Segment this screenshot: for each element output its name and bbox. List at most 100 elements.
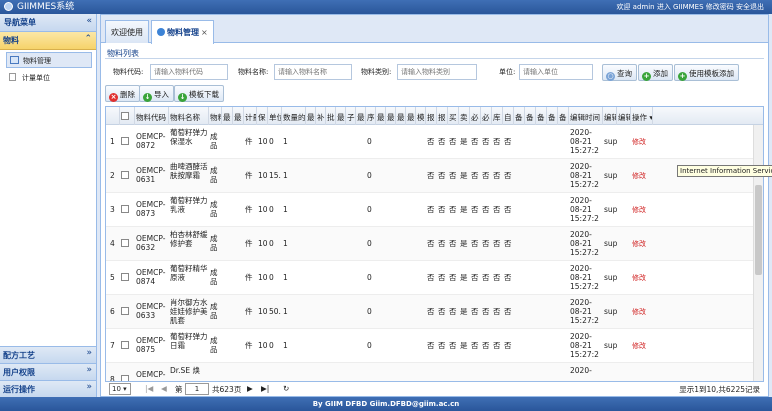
code-input[interactable] [150,64,228,80]
row-checkbox-cell[interactable] [120,329,135,363]
column-header[interactable]: 备 [514,107,525,125]
column-header[interactable]: 物料代码 [135,107,169,125]
vertical-scrollbar[interactable] [753,125,763,381]
page-number-input[interactable]: 1 [185,383,209,395]
column-header[interactable]: 编辑时间 [569,107,603,125]
column-header[interactable]: 单位 [268,107,282,125]
column-header[interactable]: 保 [257,107,268,125]
template-add-button[interactable]: + 使用模板添加 [674,64,739,81]
column-header[interactable]: 自 [503,107,514,125]
row-checkbox-cell[interactable] [120,159,135,193]
column-header[interactable]: 买 [448,107,459,125]
row-checkbox-cell[interactable] [120,261,135,295]
edit-link[interactable]: 修改 [632,240,646,248]
close-icon[interactable]: × [201,28,208,37]
prev-page-icon[interactable]: ◀ [161,384,167,393]
tab-welcome[interactable]: 欢迎使用 [105,20,149,43]
delete-button[interactable]: × 删除 [105,85,140,102]
column-header[interactable]: 备 [525,107,536,125]
row-checkbox[interactable] [121,307,129,315]
edit-link[interactable]: 修改 [632,138,646,146]
column-header[interactable]: 卖 [459,107,470,125]
row-checkbox-cell[interactable] [120,125,135,159]
table-row[interactable]: 3OEMCP-0873葡萄籽弹力乳液成品件109010否否否是否否否否2020-… [106,193,763,227]
column-header[interactable]: 序 [366,107,376,125]
chevron-up-icon[interactable]: ⌃ [84,34,92,44]
column-header[interactable]: 最 [376,107,386,125]
column-header[interactable]: 报 [437,107,448,125]
column-header[interactable]: 物料 [209,107,222,125]
edit-link[interactable]: 修改 [632,172,646,180]
table-row[interactable]: 7OEMCP-0875葡萄籽弹力日霜成品件109010否否否是否否否否2020-… [106,329,763,363]
template-download-button[interactable]: ↓ 模板下载 [174,85,224,102]
column-header[interactable]: 最 [306,107,316,125]
sidebar-group-material[interactable]: 物料 ⌃ [0,32,96,50]
row-checkbox-cell[interactable] [120,363,135,381]
row-checkbox[interactable] [121,171,129,179]
column-header[interactable]: 计量 [244,107,257,125]
type-input[interactable] [397,64,477,80]
row-checkbox[interactable] [121,273,129,281]
column-header[interactable]: 最 [356,107,366,125]
column-header[interactable]: 最 [222,107,233,125]
row-checkbox[interactable] [121,375,129,381]
column-header[interactable]: 最 [406,107,416,125]
page-size-select[interactable]: 10 ▾ [109,383,131,395]
column-header[interactable]: 最 [386,107,396,125]
table-row[interactable]: 5OEMCP-0874葡萄籽精华原液成品件109010否否否是否否否否2020-… [106,261,763,295]
select-all-checkbox[interactable] [121,112,129,120]
chevron-down-icon[interactable]: » [86,365,92,375]
column-header[interactable]: 模 [416,107,426,125]
column-header[interactable] [120,107,135,125]
row-checkbox-cell[interactable] [120,227,135,261]
row-checkbox[interactable] [121,205,129,213]
sidebar-group-operation[interactable]: 运行操作 » [0,380,96,397]
edit-link[interactable]: 修改 [632,274,646,282]
column-header[interactable]: 编辑 [603,107,617,125]
column-header[interactable]: 报 [426,107,437,125]
sidebar-item-unit[interactable]: 计量单位 [6,70,92,86]
edit-link[interactable]: 修改 [632,308,646,316]
column-header[interactable]: 最 [233,107,244,125]
column-header[interactable]: 编辑 [617,107,631,125]
add-button[interactable]: + 添加 [638,64,673,81]
row-checkbox-cell[interactable] [120,295,135,329]
column-header[interactable]: 最 [396,107,406,125]
table-row[interactable]: 1OEMCP-0872葡萄籽弹力保湿水成品件109010否否否是否否否否2020… [106,125,763,159]
name-input[interactable] [274,64,352,80]
column-header[interactable]: 备 [536,107,547,125]
edit-link[interactable]: 修改 [632,342,646,350]
query-button[interactable]: ○ 查询 [602,64,637,81]
refresh-icon[interactable]: ↻ [283,384,289,393]
row-checkbox-cell[interactable] [120,193,135,227]
tab-material-management[interactable]: 物料管理 × [151,20,214,44]
scrollbar-thumb[interactable] [755,185,762,275]
chevron-down-icon[interactable]: » [86,348,92,358]
row-checkbox[interactable] [121,137,129,145]
column-header[interactable]: 备 [558,107,569,125]
next-page-icon[interactable]: ▶ [247,384,253,393]
column-header[interactable]: 操作 ▾ [631,107,653,125]
column-header[interactable]: 必 [481,107,492,125]
column-header[interactable]: 库 [492,107,503,125]
collapse-sidebar-icon[interactable]: « [86,16,92,26]
column-header[interactable]: 子 [346,107,356,125]
sidebar-group-formula[interactable]: 配方工艺 » [0,346,96,363]
row-checkbox[interactable] [121,239,129,247]
first-page-icon[interactable]: |◀ [145,384,153,393]
chevron-down-icon[interactable]: » [86,382,92,392]
import-button[interactable]: ↓ 导入 [139,85,174,102]
column-header[interactable]: 最 [336,107,346,125]
table-row[interactable]: 2OEMCP-0631曲啤酒酵活肤按摩霜成品件10915.10否否否是否否否否2… [106,159,763,193]
sidebar-group-user-permission[interactable]: 用户权限 » [0,363,96,380]
unit-input[interactable] [519,64,593,80]
column-header[interactable]: 物料名称 [169,107,209,125]
column-header[interactable]: 数量的 [282,107,306,125]
table-row[interactable]: 8 OEMCP- Dr.SE 焕 2020- [106,363,763,381]
table-row[interactable]: 4OEMCP-0632柏杏林舒缓修护套成品件109010否否否是否否否否2020… [106,227,763,261]
user-links[interactable]: 欢迎 admin 进入 GIIMMES 修改密码 安全退出 [616,1,764,13]
column-header[interactable]: 补 [316,107,326,125]
column-header[interactable]: 必 [470,107,481,125]
column-header[interactable]: 批 [326,107,336,125]
sidebar-item-material-management[interactable]: 物料管理 [6,52,92,68]
